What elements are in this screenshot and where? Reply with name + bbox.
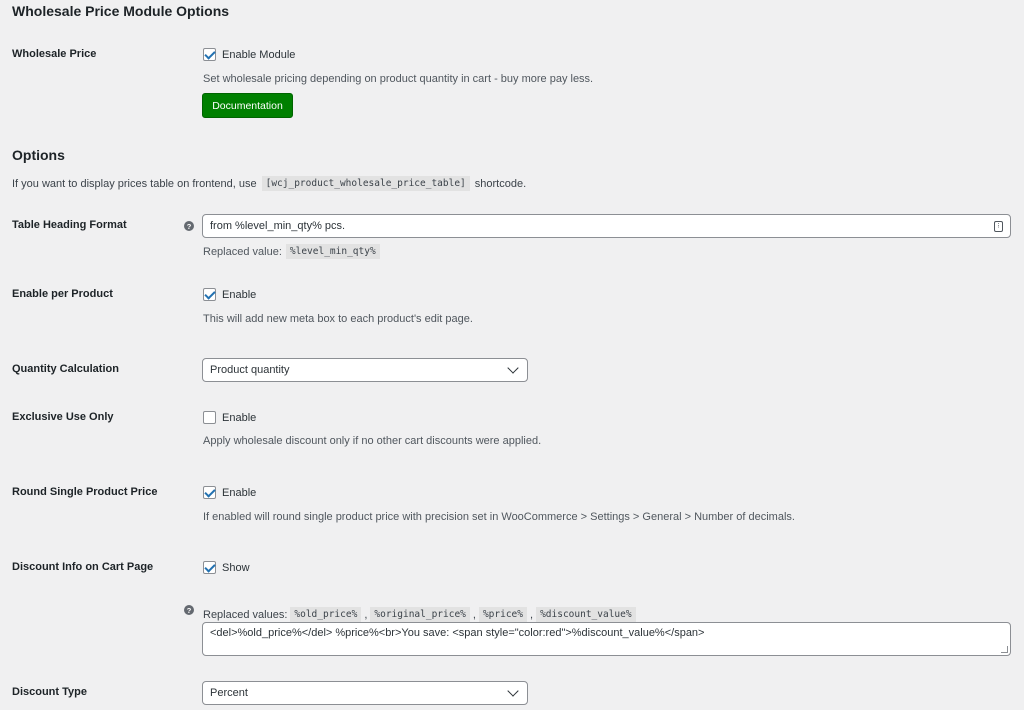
discount-info-cart-label: Discount Info on Cart Page [12, 561, 154, 573]
wholesale-price-label: Wholesale Price [12, 48, 97, 60]
question-circle-icon: ? [184, 605, 194, 615]
checkmark-icon[interactable] [203, 486, 216, 499]
checkmark-icon[interactable] [203, 48, 216, 61]
table-heading-format-input[interactable]: from %level_min_qty% pcs. ⁝ [202, 214, 1011, 238]
discount-type-label: Discount Type [12, 686, 87, 698]
options-heading: Options [12, 147, 65, 163]
round-single-product-price-label: Round Single Product Price [12, 486, 158, 498]
question-circle-icon: ? [184, 221, 194, 231]
enable-module-label: Enable Module [222, 48, 296, 61]
exclusive-use-only-description: Apply wholesale discount only if no othe… [203, 435, 542, 447]
options-intro: If you want to display prices table on f… [12, 176, 527, 191]
quantity-calculation-select[interactable]: Product quantity [202, 358, 528, 382]
enable-per-product-checkbox[interactable]: Enable [203, 288, 256, 301]
checkbox-empty-icon[interactable] [203, 411, 216, 424]
quantity-calculation-label: Quantity Calculation [12, 363, 119, 375]
wholesale-price-description: Set wholesale pricing depending on produ… [203, 73, 594, 85]
exclusive-use-only-label: Exclusive Use Only [12, 411, 114, 423]
discount-info-textarea[interactable]: <del>%old_price%</del> %price%<br>You sa… [202, 622, 1011, 656]
replaced-code: %level_min_qty% [285, 244, 380, 259]
exclusive-use-only-checkbox[interactable]: Enable [203, 411, 256, 424]
chevron-down-icon [507, 362, 519, 374]
discount-type-select[interactable]: Percent [202, 681, 528, 705]
table-heading-replaced: Replaced value: %level_min_qty% [203, 244, 380, 259]
checkmark-icon[interactable] [203, 561, 216, 574]
discount-info-replaced: Replaced values: %old_price% , %original… [203, 607, 636, 622]
checkmark-icon[interactable] [203, 288, 216, 301]
replaced-code: %discount_value% [536, 607, 636, 622]
enable-per-product-description: This will add new meta box to each produ… [203, 313, 473, 325]
enable-per-product-label: Enable per Product [12, 288, 113, 300]
replaced-code: %old_price% [290, 607, 362, 622]
discount-info-cart-checkbox[interactable]: Show [203, 561, 250, 574]
password-manager-icon[interactable]: ⁝ [994, 220, 1003, 232]
resize-handle-icon[interactable] [1001, 646, 1008, 653]
replaced-code: %price% [478, 607, 527, 622]
replaced-code: %original_price% [370, 607, 470, 622]
shortcode-code: [wcj_product_wholesale_price_table] [261, 176, 470, 191]
enable-module-checkbox[interactable]: Enable Module [203, 48, 295, 61]
table-heading-format-label: Table Heading Format [12, 219, 127, 231]
round-single-product-price-description: If enabled will round single product pri… [203, 511, 795, 523]
page-title: Wholesale Price Module Options [12, 3, 230, 19]
round-single-product-price-checkbox[interactable]: Enable [203, 486, 256, 499]
chevron-down-icon [507, 685, 519, 697]
documentation-button[interactable]: Documentation [202, 93, 293, 118]
